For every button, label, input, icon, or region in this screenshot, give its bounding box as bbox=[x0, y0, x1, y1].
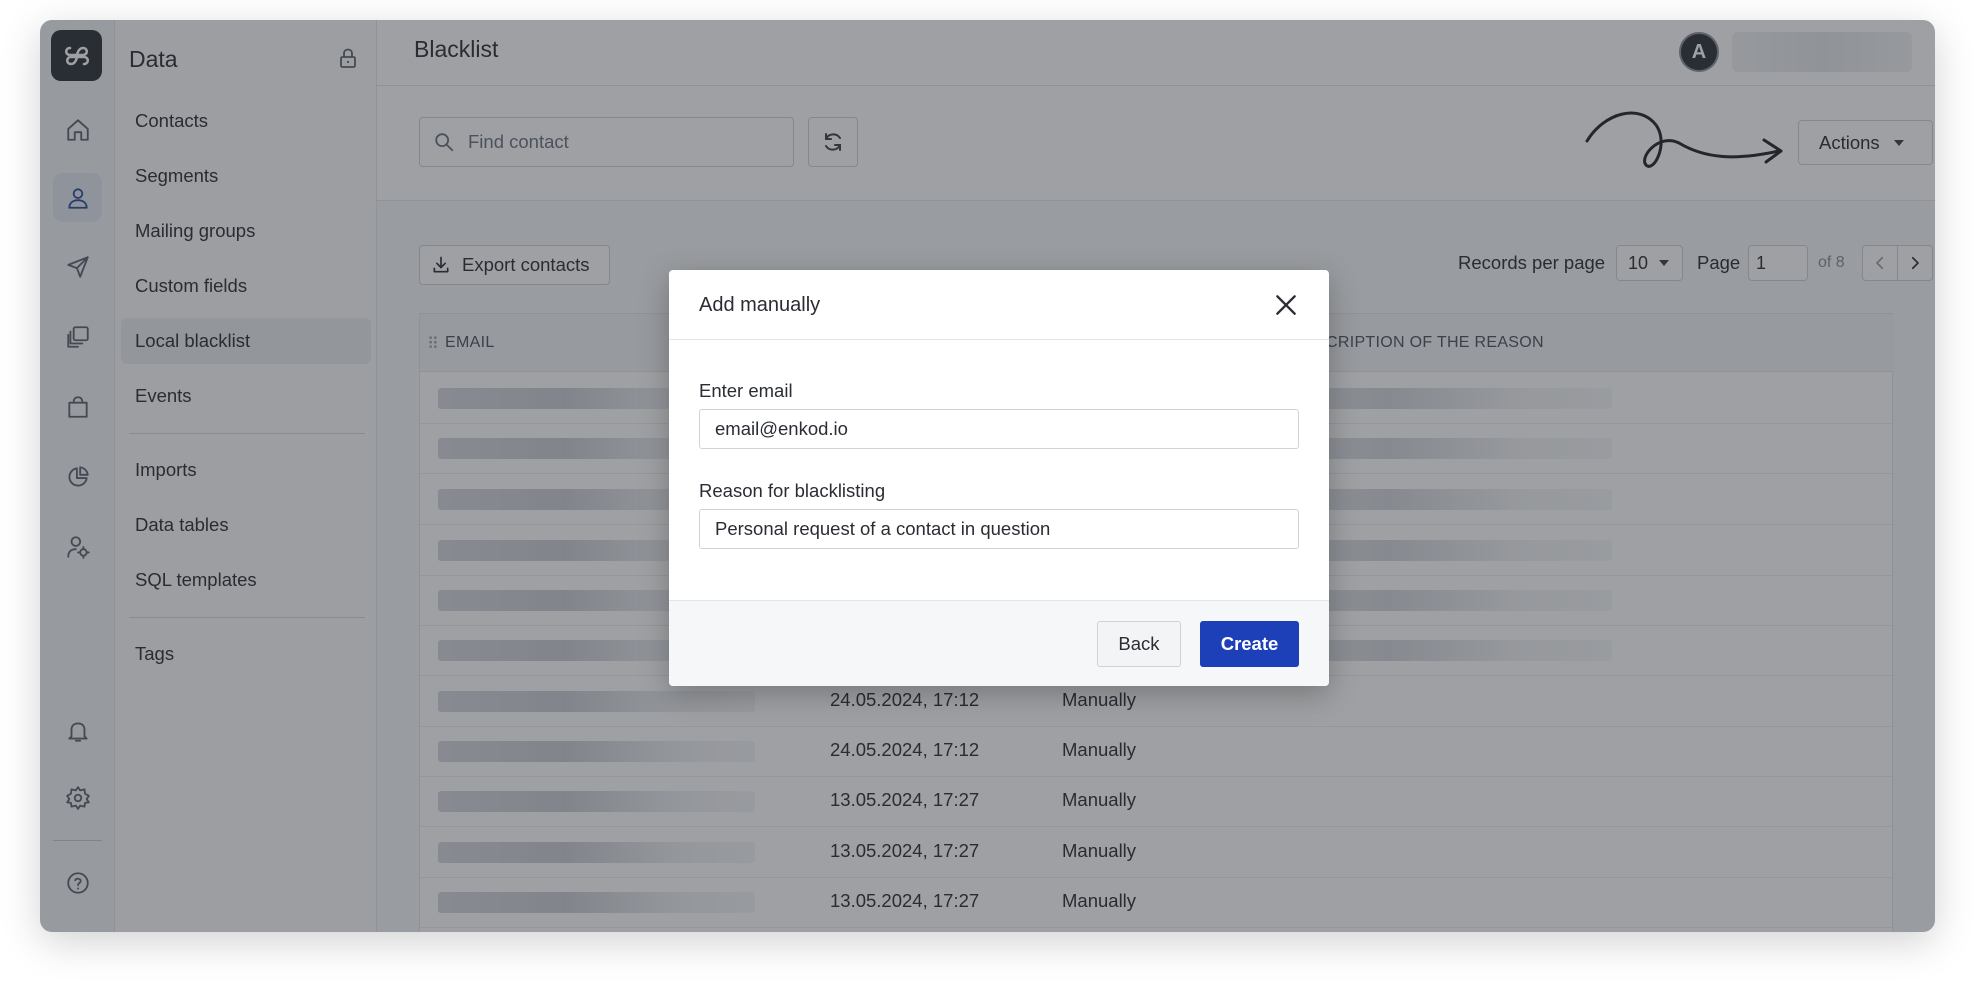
add-manually-dialog: Add manually Enter email Reason for blac… bbox=[669, 270, 1329, 686]
dialog-header: Add manually bbox=[669, 270, 1329, 340]
reason-label: Reason for blacklisting bbox=[699, 480, 886, 501]
back-button[interactable]: Back bbox=[1097, 621, 1181, 667]
create-button[interactable]: Create bbox=[1200, 621, 1299, 667]
email-label: Enter email bbox=[699, 380, 793, 401]
close-icon[interactable] bbox=[1273, 292, 1299, 318]
dialog-title: Add manually bbox=[699, 294, 821, 316]
reason-field[interactable] bbox=[699, 509, 1299, 549]
dialog-footer: Back Create bbox=[669, 600, 1329, 686]
email-field[interactable] bbox=[699, 409, 1299, 449]
app-window: Data Contacts Segments Mailing groups Cu… bbox=[40, 20, 1935, 932]
